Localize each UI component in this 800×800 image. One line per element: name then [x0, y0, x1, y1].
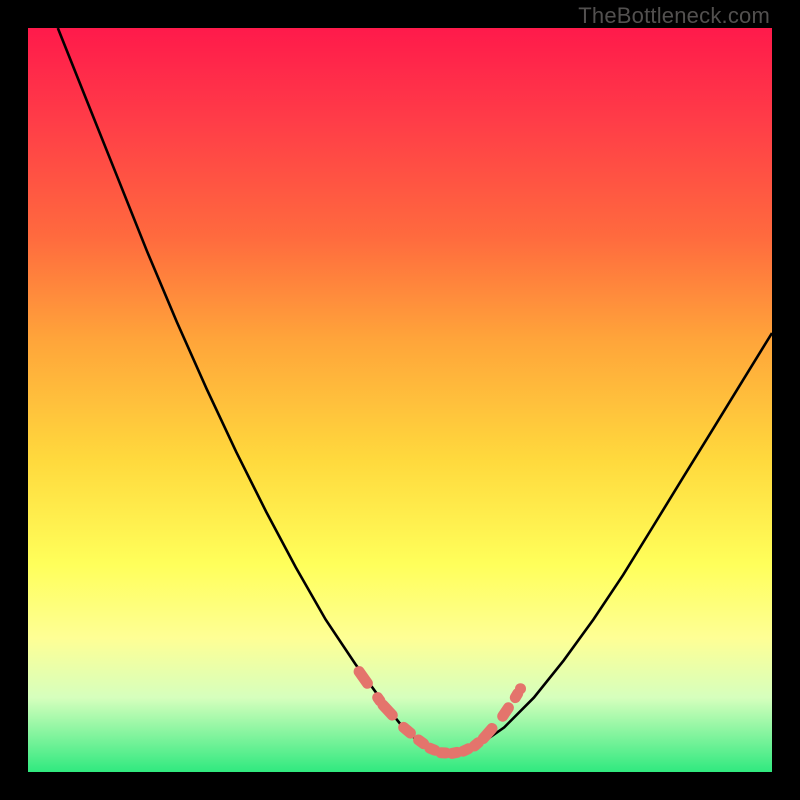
watermark-text: TheBottleneck.com	[578, 3, 770, 29]
marker-point	[474, 743, 478, 746]
marker-point	[378, 698, 380, 701]
marker-point	[383, 705, 392, 715]
marker-point	[419, 740, 424, 744]
chart-frame: TheBottleneck.com	[0, 0, 800, 800]
highlighted-points	[359, 672, 520, 754]
marker-point	[430, 748, 435, 750]
marker-point	[483, 729, 492, 739]
marker-point	[404, 727, 411, 733]
curve-layer	[28, 28, 772, 772]
marker-point	[359, 672, 367, 684]
plot-area	[28, 28, 772, 772]
marker-point	[463, 749, 468, 751]
marker-point	[503, 708, 509, 716]
bottleneck-curve	[58, 28, 772, 753]
marker-point	[515, 694, 517, 698]
marker-point	[452, 752, 457, 753]
